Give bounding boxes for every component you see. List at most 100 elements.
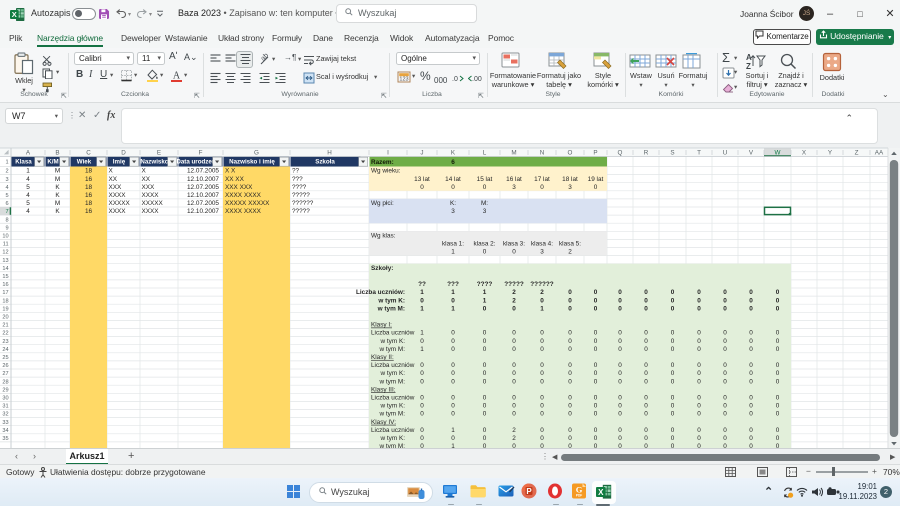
svg-text:AA: AA bbox=[875, 150, 884, 157]
svg-text:0: 0 bbox=[483, 184, 487, 191]
svg-text:0: 0 bbox=[540, 411, 544, 418]
svg-text:0: 0 bbox=[697, 362, 701, 369]
svg-text:0: 0 bbox=[749, 297, 753, 304]
svg-text:0: 0 bbox=[671, 378, 675, 385]
svg-text:0: 0 bbox=[671, 297, 675, 304]
svg-text:1: 1 bbox=[420, 289, 424, 296]
svg-text:XXXXX XXXXX: XXXXX XXXXX bbox=[225, 200, 270, 207]
svg-text:0: 0 bbox=[776, 289, 780, 296]
svg-text:0: 0 bbox=[618, 330, 622, 337]
svg-text:35: 35 bbox=[2, 436, 8, 442]
svg-text:XXXX: XXXX bbox=[142, 208, 160, 215]
svg-text:0: 0 bbox=[749, 394, 753, 401]
svg-text:0: 0 bbox=[671, 403, 675, 410]
svg-text:X X: X X bbox=[225, 168, 236, 175]
svg-text:klasa 2:: klasa 2: bbox=[473, 241, 495, 248]
svg-text:34: 34 bbox=[2, 428, 8, 434]
svg-text:??????: ?????? bbox=[292, 200, 314, 207]
svg-text:19: 19 bbox=[2, 306, 8, 312]
svg-text:9: 9 bbox=[5, 225, 8, 231]
svg-text:4: 4 bbox=[26, 208, 30, 215]
svg-text:12.10.2007: 12.10.2007 bbox=[187, 208, 219, 215]
svg-text:0: 0 bbox=[483, 378, 487, 385]
svg-text:Szkoły:: Szkoły: bbox=[371, 265, 393, 272]
svg-text:0: 0 bbox=[420, 435, 424, 442]
svg-text:?????: ????? bbox=[292, 208, 310, 215]
svg-text:0: 0 bbox=[568, 427, 572, 434]
svg-text:C: C bbox=[86, 150, 91, 157]
svg-text:Z: Z bbox=[855, 150, 859, 157]
svg-text:12: 12 bbox=[2, 250, 8, 256]
svg-text:18: 18 bbox=[2, 298, 8, 304]
svg-text:?????: ????? bbox=[292, 192, 310, 199]
svg-text:0: 0 bbox=[618, 378, 622, 385]
svg-text:klasa 4:: klasa 4: bbox=[531, 241, 553, 248]
svg-text:X: X bbox=[142, 168, 147, 175]
svg-text:0: 0 bbox=[618, 394, 622, 401]
svg-text:0: 0 bbox=[723, 289, 727, 296]
svg-text:0: 0 bbox=[723, 338, 727, 345]
svg-text:K: K bbox=[55, 192, 60, 199]
svg-text:0: 0 bbox=[697, 435, 701, 442]
svg-text:0: 0 bbox=[512, 338, 516, 345]
svg-text:27: 27 bbox=[2, 371, 8, 377]
svg-text:0: 0 bbox=[420, 403, 424, 410]
svg-text:0: 0 bbox=[644, 297, 648, 304]
svg-text:W: W bbox=[775, 150, 781, 157]
svg-text:0: 0 bbox=[697, 411, 701, 418]
svg-text:0: 0 bbox=[451, 378, 455, 385]
svg-text:0: 0 bbox=[618, 346, 622, 353]
svg-text:33: 33 bbox=[2, 420, 8, 426]
svg-text:22: 22 bbox=[2, 331, 8, 337]
svg-text:0: 0 bbox=[749, 289, 753, 296]
svg-text:2: 2 bbox=[540, 289, 544, 296]
svg-text:P: P bbox=[526, 487, 532, 496]
svg-text:0: 0 bbox=[594, 305, 598, 312]
svg-text:0: 0 bbox=[618, 362, 622, 369]
svg-text:12.07.2005: 12.07.2005 bbox=[187, 184, 219, 191]
svg-text:0: 0 bbox=[644, 403, 648, 410]
svg-text:????: ???? bbox=[477, 281, 493, 288]
svg-text:5: 5 bbox=[26, 184, 30, 191]
svg-text:??: ?? bbox=[418, 281, 426, 288]
svg-text:13: 13 bbox=[2, 258, 8, 264]
svg-text:X: X bbox=[12, 10, 17, 19]
svg-text:0: 0 bbox=[723, 362, 727, 369]
svg-text:0: 0 bbox=[451, 435, 455, 442]
svg-text:20: 20 bbox=[2, 314, 8, 320]
svg-text:0: 0 bbox=[671, 394, 675, 401]
svg-text:0: 0 bbox=[749, 346, 753, 353]
svg-text:G: G bbox=[254, 150, 259, 157]
svg-text:Liczba uczniów: Liczba uczniów bbox=[371, 330, 415, 337]
svg-text:0: 0 bbox=[618, 403, 622, 410]
svg-text:0: 0 bbox=[512, 305, 516, 312]
svg-text:0: 0 bbox=[483, 346, 487, 353]
svg-text:w tym M:: w tym M: bbox=[378, 378, 405, 385]
svg-text:0: 0 bbox=[451, 411, 455, 418]
svg-text:0: 0 bbox=[568, 378, 572, 385]
svg-text:0: 0 bbox=[483, 411, 487, 418]
svg-text:K/M: K/M bbox=[47, 159, 58, 166]
svg-text:2: 2 bbox=[512, 297, 516, 304]
svg-text:6: 6 bbox=[5, 201, 8, 207]
svg-text:15: 15 bbox=[2, 274, 8, 280]
svg-text:0: 0 bbox=[749, 378, 753, 385]
svg-text:0: 0 bbox=[594, 394, 598, 401]
svg-text:0: 0 bbox=[618, 297, 622, 304]
svg-text:0: 0 bbox=[420, 297, 424, 304]
svg-text:0: 0 bbox=[776, 297, 780, 304]
svg-text:0: 0 bbox=[483, 330, 487, 337]
svg-text:0: 0 bbox=[594, 435, 598, 442]
svg-text:XX: XX bbox=[142, 176, 151, 183]
svg-text:0: 0 bbox=[644, 362, 648, 369]
svg-text:5: 5 bbox=[26, 200, 30, 207]
svg-text:10: 10 bbox=[2, 233, 8, 239]
svg-text:0: 0 bbox=[723, 378, 727, 385]
svg-text:w tym K:: w tym K: bbox=[380, 435, 406, 442]
svg-text:3: 3 bbox=[512, 184, 516, 191]
svg-text:Z: Z bbox=[746, 62, 751, 71]
svg-text:0: 0 bbox=[723, 346, 727, 353]
svg-text:w tym K:: w tym K: bbox=[377, 297, 405, 304]
svg-text:0: 0 bbox=[618, 305, 622, 312]
svg-text:.00: .00 bbox=[472, 76, 482, 83]
